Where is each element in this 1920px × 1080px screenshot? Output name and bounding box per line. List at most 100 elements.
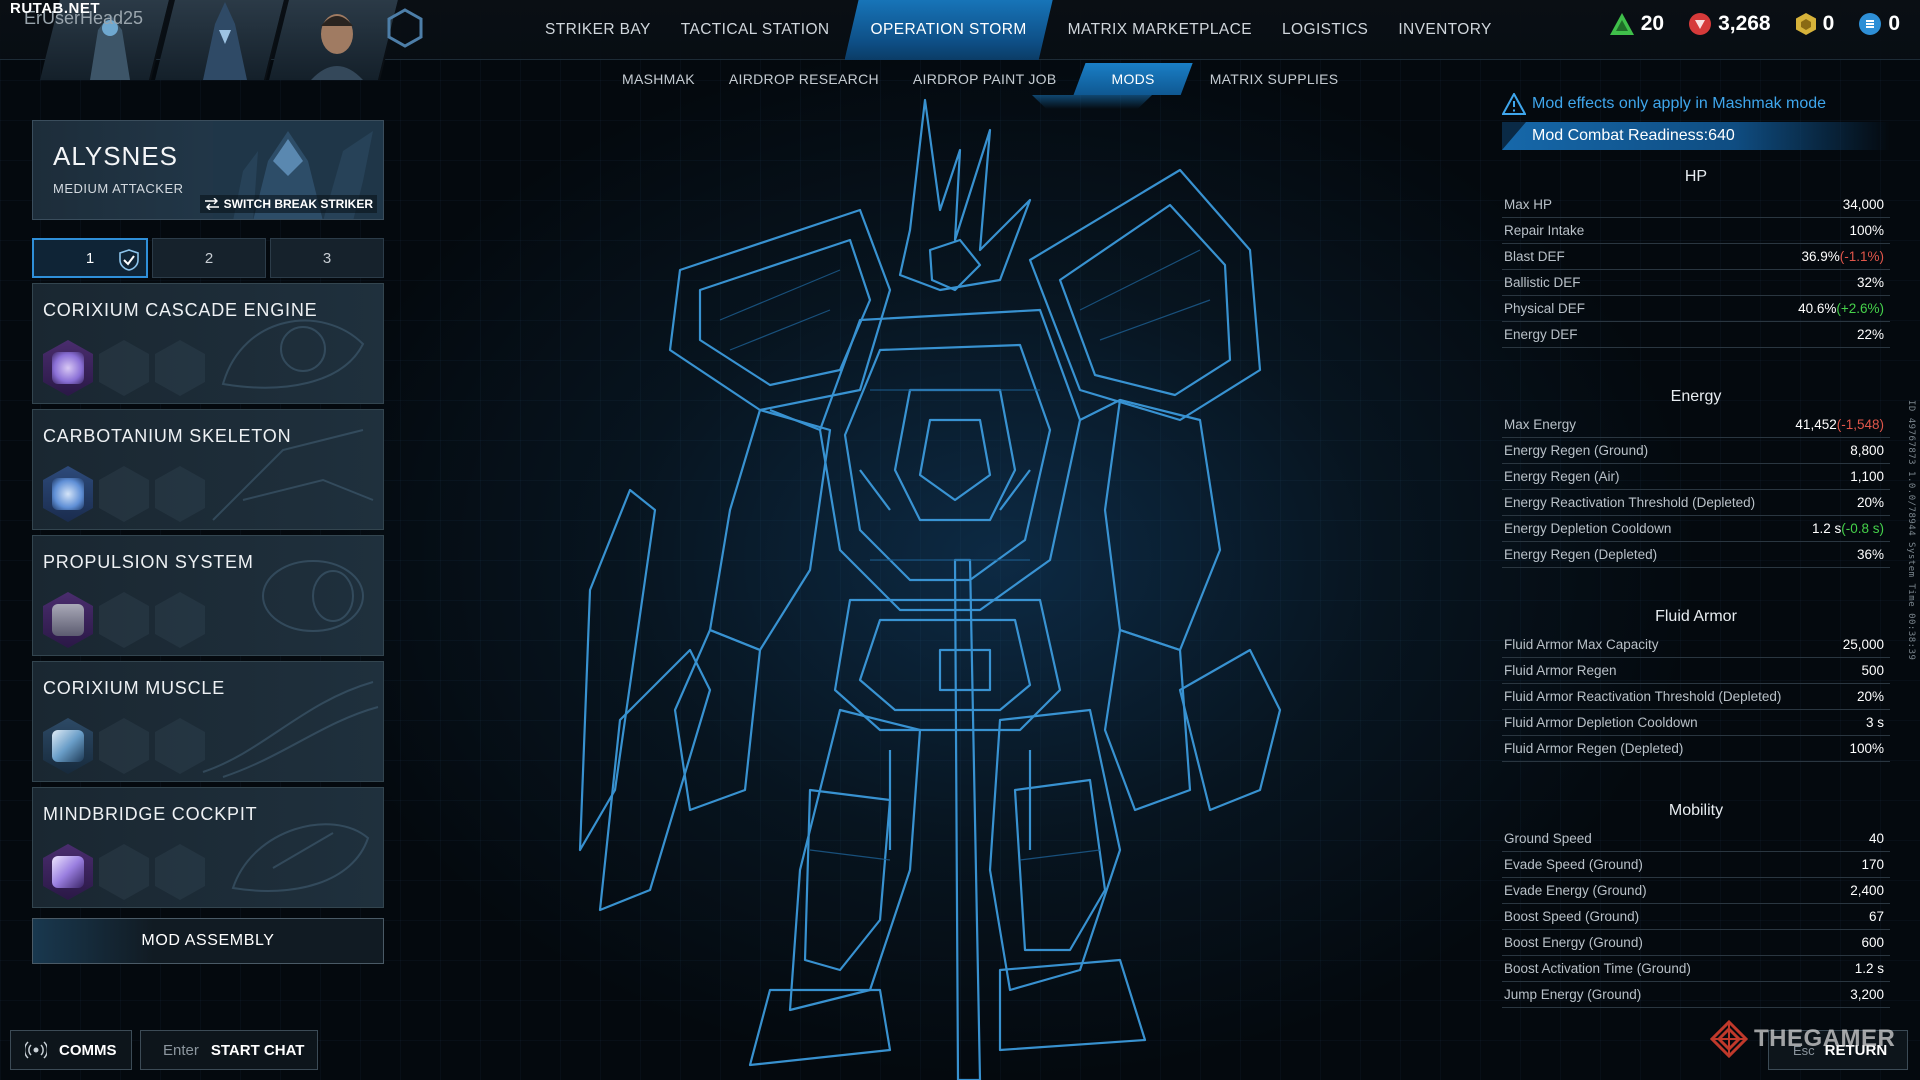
nav-inventory[interactable]: INVENTORY — [1383, 0, 1506, 60]
mod-slot-empty[interactable] — [155, 844, 205, 900]
stat-row: Evade Energy (Ground) 2,400 — [1502, 878, 1890, 904]
currency-gold[interactable]: 0 — [1795, 12, 1835, 36]
propulsion-mod-icon — [52, 604, 84, 636]
stat-section-title: HP — [1684, 168, 1708, 185]
currency-red[interactable]: 3,268 — [1688, 12, 1771, 36]
mod-card-skeleton[interactable]: CARBOTANIUM SKELETON — [32, 409, 384, 530]
currency-gold-value: 0 — [1822, 12, 1835, 35]
stat-label: Energy Regen (Air) — [1504, 469, 1620, 484]
mod-slot-empty[interactable] — [99, 844, 149, 900]
stat-label: Blast DEF — [1504, 249, 1565, 264]
currency-blue[interactable]: 0 — [1858, 12, 1900, 36]
mod-assembly-button[interactable]: MOD ASSEMBLY — [32, 918, 384, 964]
mod-card-muscle[interactable]: CORIXIUM MUSCLE — [32, 661, 384, 782]
stat-value-group: 40 — [1869, 831, 1884, 846]
stat-value-group: 1,100 — [1850, 469, 1884, 484]
start-chat-button[interactable]: Enter START CHAT — [140, 1030, 318, 1070]
stat-label: Max HP — [1504, 197, 1553, 212]
stat-row: Fluid Armor Max Capacity 25,000 — [1502, 632, 1890, 658]
preset-tab-1[interactable]: 1 — [32, 238, 148, 278]
cockpit-mod-icon — [52, 856, 84, 888]
switch-striker-button[interactable]: SWITCH BREAK STRIKER — [199, 195, 377, 213]
stat-section: Fluid Armor Fluid Armor Max Capacity 25,00… — [1502, 602, 1890, 762]
mod-title: CORIXIUM MUSCLE — [43, 678, 226, 698]
portrait-pilot[interactable] — [269, 0, 400, 80]
stat-value-group: 41,452(-1,548) — [1795, 417, 1884, 432]
preset-tab-3[interactable]: 3 — [270, 238, 384, 278]
site-brand: RUTAB.NET — [10, 0, 101, 17]
assembly-deco — [33, 919, 153, 963]
stat-value-group: 67 — [1869, 909, 1884, 924]
stat-value: 25,000 — [1842, 637, 1884, 652]
mod-slot-empty[interactable] — [99, 340, 149, 396]
watermark-logo-icon — [1710, 1020, 1748, 1058]
stat-value-group: 20% — [1857, 495, 1884, 510]
stat-value: 20% — [1856, 689, 1884, 704]
mod-slot-empty[interactable] — [155, 592, 205, 648]
mod-slot-empty[interactable] — [155, 466, 205, 522]
stat-value-group: 1.2 s — [1855, 961, 1884, 976]
stat-section: Mobility Ground Speed 40 Evade Speed (Groun… — [1502, 796, 1890, 1008]
stat-value: 600 — [1861, 935, 1884, 950]
striker-class: MEDIUM ATTACKER — [53, 181, 184, 196]
stat-label: Ground Speed — [1504, 831, 1592, 846]
stat-row: Energy DEF 22% — [1502, 322, 1890, 348]
stat-row: Energy Regen (Air) 1,100 — [1502, 464, 1890, 490]
stat-value-group: 32% — [1857, 275, 1884, 290]
stat-value-group: 600 — [1861, 935, 1884, 950]
mod-slot-empty[interactable] — [155, 340, 205, 396]
stat-section-title: Mobility — [1668, 802, 1724, 819]
watermark-text: THEGAMER — [1754, 1025, 1896, 1052]
stat-value: 40.6% — [1798, 301, 1837, 316]
mod-slot-filled[interactable] — [43, 466, 93, 522]
mod-slot-filled[interactable] — [43, 718, 93, 774]
mod-slot-empty[interactable] — [99, 718, 149, 774]
currency-red-value: 3,268 — [1718, 12, 1771, 35]
stat-value-group: 22% — [1857, 327, 1884, 342]
comms-label: COMMS — [59, 1041, 117, 1059]
preset-tab-2[interactable]: 2 — [152, 238, 266, 278]
stat-label: Evade Speed (Ground) — [1504, 857, 1643, 872]
mod-slot-filled[interactable] — [43, 340, 93, 396]
nav-operation-storm[interactable]: OPERATION STORM — [845, 0, 1053, 60]
stat-value: 40 — [1868, 831, 1884, 846]
mod-card-cascade-engine[interactable]: CORIXIUM CASCADE ENGINE — [32, 283, 384, 404]
combat-readiness-text: Mod Combat Readiness:640 — [1532, 127, 1735, 144]
stat-value-group: 3 s — [1866, 715, 1884, 730]
mod-slot-empty[interactable] — [99, 592, 149, 648]
portrait-mech-2[interactable] — [154, 0, 286, 80]
mod-slot-empty[interactable] — [155, 718, 205, 774]
stat-section: HP Max HP 34,000 Repair Intake 100% Blast DEF… — [1502, 162, 1890, 348]
nav-striker-bay[interactable]: STRIKER BAY — [530, 0, 666, 60]
stat-row: Energy Regen (Depleted) 36% — [1502, 542, 1890, 568]
stat-delta: (+2.6%) — [1836, 301, 1884, 316]
blue-coin-icon — [1859, 13, 1882, 35]
radio-waves-icon — [25, 1041, 47, 1059]
striker-card[interactable]: ALYSNES MEDIUM ATTACKER SWITCH BREAK STR… — [32, 120, 384, 220]
nav-logistics[interactable]: LOGISTICS — [1267, 0, 1383, 60]
nav-matrix-marketplace[interactable]: MATRIX MARKETPLACE — [1053, 0, 1267, 60]
currency-green[interactable]: 20 — [1609, 12, 1664, 36]
stat-label: Boost Speed (Ground) — [1504, 909, 1640, 924]
mod-slot-filled[interactable] — [43, 844, 93, 900]
comms-button[interactable]: COMMS — [10, 1030, 132, 1070]
stat-label: Ballistic DEF — [1504, 275, 1581, 290]
stat-label: Energy Regen (Depleted) — [1504, 547, 1658, 562]
mod-slot-filled[interactable] — [43, 592, 93, 648]
system-id-readout: ID 49767873 1.0.0/78944 System Time 00:3… — [1906, 400, 1916, 661]
mod-card-propulsion[interactable]: PROPULSION SYSTEM — [32, 535, 384, 656]
squad-hex-icon — [387, 8, 423, 48]
nav-tactical-station[interactable]: TACTICAL STATION — [666, 0, 845, 60]
mod-card-cockpit[interactable]: MINDBRIDGE COCKPIT — [32, 787, 384, 908]
currency-blue-value: 0 — [1888, 12, 1900, 35]
stat-label: Physical DEF — [1504, 301, 1586, 316]
mod-slot-empty[interactable] — [99, 466, 149, 522]
stat-value: 1.2 s — [1854, 961, 1884, 976]
stat-row: Fluid Armor Regen (Depleted) 100% — [1502, 736, 1890, 762]
stat-label: Fluid Armor Max Capacity — [1504, 637, 1659, 652]
stat-delta: (-1,548) — [1836, 417, 1884, 432]
stat-label: Energy DEF — [1504, 327, 1578, 342]
gold-hexagon-icon — [1795, 13, 1816, 35]
stat-row: Fluid Armor Depletion Cooldown 3 s — [1502, 710, 1890, 736]
stat-label: Fluid Armor Regen — [1504, 663, 1617, 678]
